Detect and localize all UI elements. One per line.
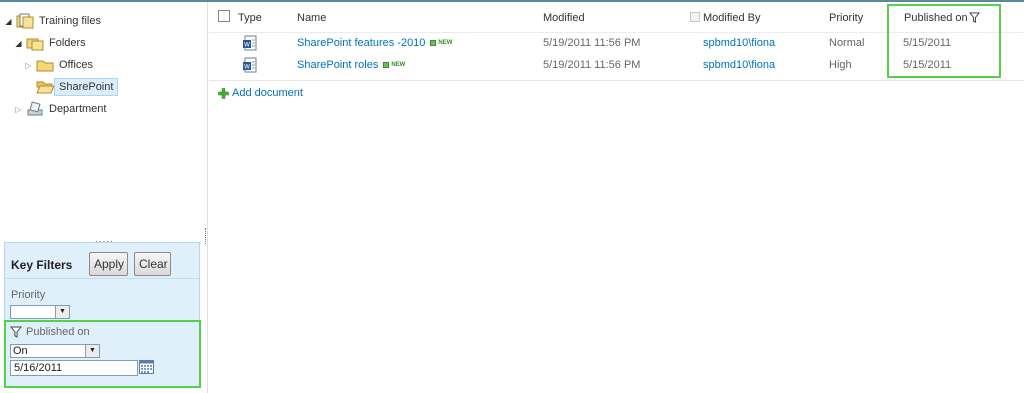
- new-badge: NEW: [383, 62, 405, 69]
- collapse-arrow-icon[interactable]: ▷: [14, 105, 23, 114]
- column-header-priority[interactable]: Priority: [829, 12, 863, 24]
- document-list: Type Name Modified Modified By Priority …: [209, 2, 1024, 393]
- list-item-name-link[interactable]: SharePoint features -2010 NEW: [297, 37, 452, 49]
- svg-text:W: W: [244, 42, 250, 49]
- published-filter-label-row: Published on: [10, 326, 90, 338]
- calendar-icon[interactable]: [139, 360, 154, 374]
- open-folder-icon: [36, 81, 54, 94]
- expand-arrow-icon[interactable]: ◢: [14, 39, 23, 48]
- add-document-label: Add document: [232, 87, 303, 99]
- library-icon: [16, 13, 34, 29]
- add-icon: [218, 87, 229, 99]
- published-column-highlight: [887, 4, 1001, 78]
- published-date-input[interactable]: 5/16/2011: [10, 360, 138, 376]
- key-filters-header: Key Filters Apply Clear: [5, 243, 199, 279]
- list-item-modified-by-link[interactable]: spbmd10\fiona: [703, 59, 775, 71]
- tree-item-sharepoint[interactable]: SharePoint: [24, 77, 119, 97]
- column-header-modified-by[interactable]: Modified By: [703, 12, 760, 24]
- column-header-checkbox: [690, 12, 700, 22]
- tree-item-training-files[interactable]: ◢ Training files: [4, 11, 101, 31]
- tree-item-label: SharePoint: [54, 78, 119, 96]
- svg-text:W: W: [244, 64, 250, 71]
- list-divider: [209, 80, 1024, 81]
- folder-icon: [36, 60, 54, 72]
- list-item-modified-by-link[interactable]: spbmd10\fiona: [703, 37, 775, 49]
- list-item-modified: 5/19/2011 11:56 PM: [543, 59, 641, 71]
- tree-item-label: Training files: [39, 15, 101, 27]
- published-filter-label: Published on: [26, 326, 90, 338]
- vertical-resize-handle[interactable]: [205, 228, 208, 244]
- list-item-priority: High: [829, 59, 852, 71]
- clear-button[interactable]: Clear: [134, 252, 171, 276]
- collapse-arrow-icon[interactable]: ▷: [24, 61, 33, 70]
- expand-arrow-icon[interactable]: ◢: [4, 17, 13, 26]
- column-header-modified[interactable]: Modified: [543, 12, 585, 24]
- select-all-checkbox[interactable]: [218, 10, 230, 22]
- tree-item-label: Department: [49, 103, 107, 115]
- word-document-icon[interactable]: W: [242, 35, 258, 51]
- column-header-type[interactable]: Type: [238, 12, 262, 24]
- apply-button[interactable]: Apply: [89, 252, 128, 276]
- add-document-link[interactable]: Add document: [218, 87, 303, 99]
- key-filters-title: Key Filters: [11, 258, 73, 272]
- list-item-name-link[interactable]: SharePoint roles NEW: [297, 59, 405, 71]
- dropdown-arrow-icon[interactable]: ▼: [55, 306, 69, 318]
- priority-filter-select[interactable]: ▼: [10, 305, 70, 319]
- metadata-term-icon: [27, 101, 43, 116]
- tree-item-label: Folders: [49, 37, 86, 49]
- filter-icon: [10, 326, 22, 338]
- folder-group-icon: [26, 38, 44, 51]
- priority-filter-label: Priority: [11, 289, 46, 301]
- tree-item-department[interactable]: ▷ Department: [14, 99, 106, 119]
- column-header-name[interactable]: Name: [297, 12, 326, 24]
- word-document-icon[interactable]: W: [242, 57, 258, 73]
- dropdown-arrow-icon[interactable]: ▼: [85, 345, 99, 357]
- new-badge: NEW: [430, 40, 452, 47]
- list-item-modified: 5/19/2011 11:56 PM: [543, 37, 641, 49]
- date-operator-value: On: [13, 345, 28, 357]
- tree-item-folders[interactable]: ◢ Folders: [14, 33, 86, 53]
- date-operator-select[interactable]: On ▼: [10, 344, 100, 358]
- list-item-priority: Normal: [829, 37, 865, 49]
- tree-item-offices[interactable]: ▷ Offices: [24, 55, 93, 75]
- tree-item-label: Offices: [59, 59, 94, 71]
